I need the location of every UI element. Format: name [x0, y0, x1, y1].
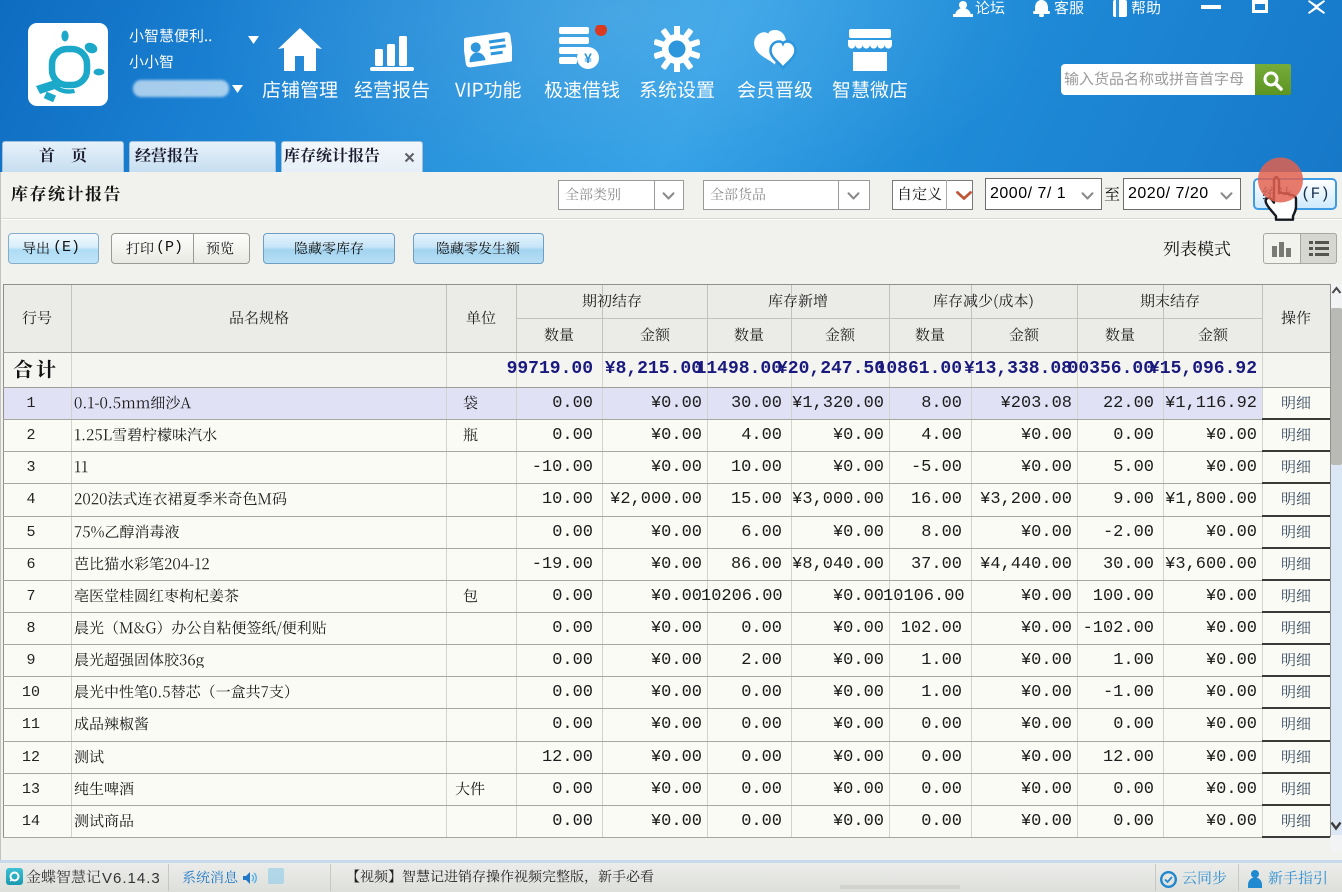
svg-text:¥: ¥ — [584, 50, 592, 66]
